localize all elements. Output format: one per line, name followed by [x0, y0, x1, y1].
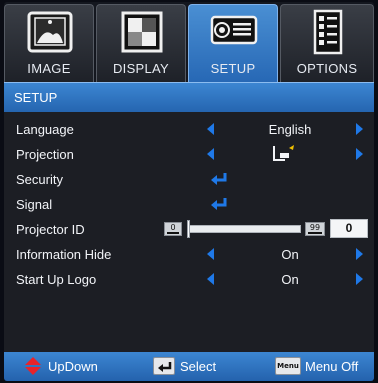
tab-label: DISPLAY: [112, 61, 170, 76]
tab-display[interactable]: DISPLAY: [96, 4, 186, 82]
menu-item-projection[interactable]: Projection: [4, 142, 374, 167]
menu-item-language[interactable]: Language English: [4, 117, 374, 142]
front-projection-icon: [273, 145, 294, 161]
information-hide-value: On: [281, 247, 299, 262]
menu-item-information-hide[interactable]: Information Hide On: [4, 242, 374, 267]
enter-icon[interactable]: [209, 171, 229, 187]
footer-select-label: Select: [180, 359, 217, 374]
menu-item-label: Start Up Logo: [16, 272, 97, 287]
menu-item-label: Projector ID: [16, 222, 85, 237]
tab-label: IMAGE: [27, 61, 71, 76]
tab-label: OPTIONS: [296, 61, 358, 76]
slider-max-icon: 99: [305, 222, 325, 236]
arrow-left-icon[interactable]: [207, 248, 214, 260]
footer-hint-bar: UpDown Select Menu Menu Off: [4, 352, 374, 381]
footer-updown-label: UpDown: [48, 359, 98, 374]
tab-setup[interactable]: SETUP: [188, 4, 278, 82]
arrow-left-icon[interactable]: [207, 148, 214, 160]
menu-item-projector-id[interactable]: Projector ID 0 99 0: [4, 217, 374, 242]
projector-id-slider[interactable]: [187, 225, 301, 233]
menu-item-label: Signal: [16, 197, 53, 212]
tab-bar: IMAGE DISPLAY SETUP OPTIONS: [4, 2, 374, 82]
display-icon: [121, 11, 163, 53]
image-icon: [27, 11, 73, 53]
arrow-right-icon[interactable]: [356, 248, 363, 260]
menu-item-start-up-logo[interactable]: Start Up Logo On: [4, 267, 374, 292]
arrow-right-icon[interactable]: [356, 123, 363, 135]
osd-menu: IMAGE DISPLAY SETUP OPTIONS SETUP Langua…: [4, 2, 374, 381]
section-header: SETUP: [4, 82, 374, 112]
projector-icon: [210, 15, 258, 45]
menu-item-label: Security: [16, 172, 63, 187]
menu-key-icon: Menu: [275, 357, 301, 375]
tab-options[interactable]: OPTIONS: [280, 4, 374, 82]
arrow-left-icon[interactable]: [207, 273, 214, 285]
projector-id-value: 0: [330, 219, 368, 238]
start-up-logo-value: On: [281, 272, 299, 287]
tab-label: SETUP: [210, 61, 256, 76]
enter-icon[interactable]: [209, 196, 229, 212]
options-checklist-icon: [313, 9, 343, 55]
section-title: SETUP: [14, 90, 58, 105]
slider-min-icon: 0: [164, 222, 182, 236]
language-value: English: [268, 122, 312, 137]
enter-key-icon: [153, 357, 175, 375]
arrow-right-icon[interactable]: [356, 273, 363, 285]
menu-item-label: Language: [16, 122, 74, 137]
setup-menu: Language English Projection Security Sig…: [4, 112, 374, 352]
slider-thumb[interactable]: [187, 220, 190, 238]
footer-menu-off-label: Menu Off: [305, 359, 359, 374]
menu-item-label: Projection: [16, 147, 74, 162]
menu-item-label: Information Hide: [16, 247, 112, 262]
tab-image[interactable]: IMAGE: [4, 4, 94, 82]
arrow-right-icon[interactable]: [356, 148, 363, 160]
arrow-left-icon[interactable]: [207, 123, 214, 135]
menu-item-signal[interactable]: Signal: [4, 192, 374, 217]
menu-item-security[interactable]: Security: [4, 167, 374, 192]
updown-arrow-icon: [25, 357, 41, 375]
